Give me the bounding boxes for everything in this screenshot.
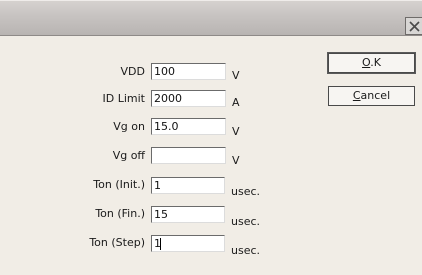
vdd-label: VDD (120, 65, 145, 78)
vdd-field[interactable]: 100 (151, 63, 226, 80)
vdd-unit: V (232, 69, 240, 82)
ok-button[interactable]: O.K (328, 53, 415, 73)
ton-fin-label: Ton (Fin.) (95, 207, 145, 220)
id-limit-unit: A (232, 96, 240, 109)
text-caret (160, 238, 161, 250)
cancel-button[interactable]: Cancel (328, 86, 415, 106)
ton-init-field[interactable]: 1 (151, 177, 225, 194)
title-bar-highlight (0, 0, 422, 1)
id-limit-label: ID Limit (102, 92, 145, 105)
id-limit-field[interactable]: 2000 (151, 90, 226, 107)
vg-on-unit: V (232, 125, 240, 138)
ton-step-field[interactable]: 1 (151, 235, 225, 252)
close-icon (409, 21, 420, 32)
ton-step-label: Ton (Step) (89, 236, 145, 249)
close-button[interactable] (405, 17, 422, 35)
ton-init-label: Ton (Init.) (93, 178, 145, 191)
vg-off-field[interactable] (151, 147, 226, 164)
ton-step-unit: usec. (231, 244, 261, 257)
vg-on-field[interactable]: 15.0 (151, 118, 226, 135)
vg-on-label: Vg on (113, 120, 145, 133)
ton-fin-unit: usec. (231, 215, 261, 228)
vg-off-unit: V (232, 154, 240, 167)
title-bar (0, 0, 422, 36)
ton-init-unit: usec. (231, 185, 261, 198)
vg-off-label: Vg off (112, 149, 145, 162)
ok-label-rest: .K (370, 56, 381, 69)
cancel-mnemonic: C (352, 89, 361, 102)
cancel-label-rest: ancel (360, 89, 391, 102)
ton-fin-field[interactable]: 15 (151, 206, 225, 223)
